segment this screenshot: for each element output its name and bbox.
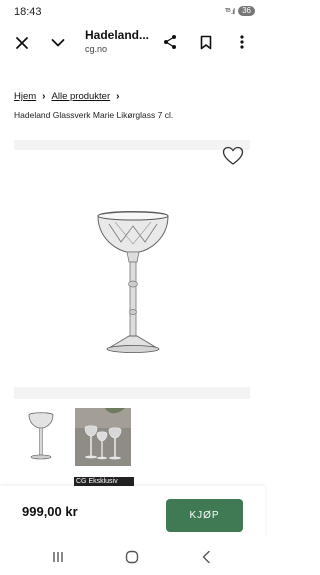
gallery-top-band [14,140,250,150]
heart-icon[interactable] [222,146,244,166]
page-title: Hadeland... [85,28,150,42]
page-domain: cg.no [85,44,108,54]
bookmark-icon[interactable] [196,32,216,52]
close-icon[interactable] [12,33,32,53]
breadcrumb-all-products[interactable]: Alle produkter [52,91,111,102]
buy-button[interactable]: KJØP [166,499,243,532]
chevron-right-icon: › [42,91,46,102]
chevron-down-icon[interactable] [48,33,68,53]
breadcrumb: Hjem › Alle produkter › [14,91,125,102]
url-box[interactable]: Hadeland... cg.no [85,28,155,54]
status-bar: 18:43 ᵀᴮ .ıl 36 [0,0,265,24]
product-image[interactable] [95,208,171,356]
battery-icon: 36 [238,6,255,16]
thumbnail-1[interactable] [14,408,68,466]
status-time: 18:43 [14,6,42,18]
breadcrumb-home[interactable]: Hjem [14,91,36,102]
status-icons: ᵀᴮ .ıl 36 [225,6,255,16]
product-title: Hadeland Glassverk Marie Likørglass 7 cl… [14,110,174,120]
home-icon[interactable] [122,548,142,566]
chevron-right-icon: › [116,91,120,102]
back-icon[interactable] [196,548,216,566]
purchase-bar: 999,00 kr KJØP [0,486,265,538]
thumbnail-2[interactable] [75,408,131,466]
more-options-icon[interactable] [232,32,252,52]
gallery-bottom-band [14,387,250,399]
system-nav-bar [0,538,265,575]
share-icon[interactable] [160,32,180,52]
product-price: 999,00 kr [22,504,78,519]
signal-icon: ᵀᴮ .ıl [224,6,235,16]
browser-toolbar: Hadeland... cg.no [0,24,265,60]
recent-apps-icon[interactable] [48,548,68,566]
